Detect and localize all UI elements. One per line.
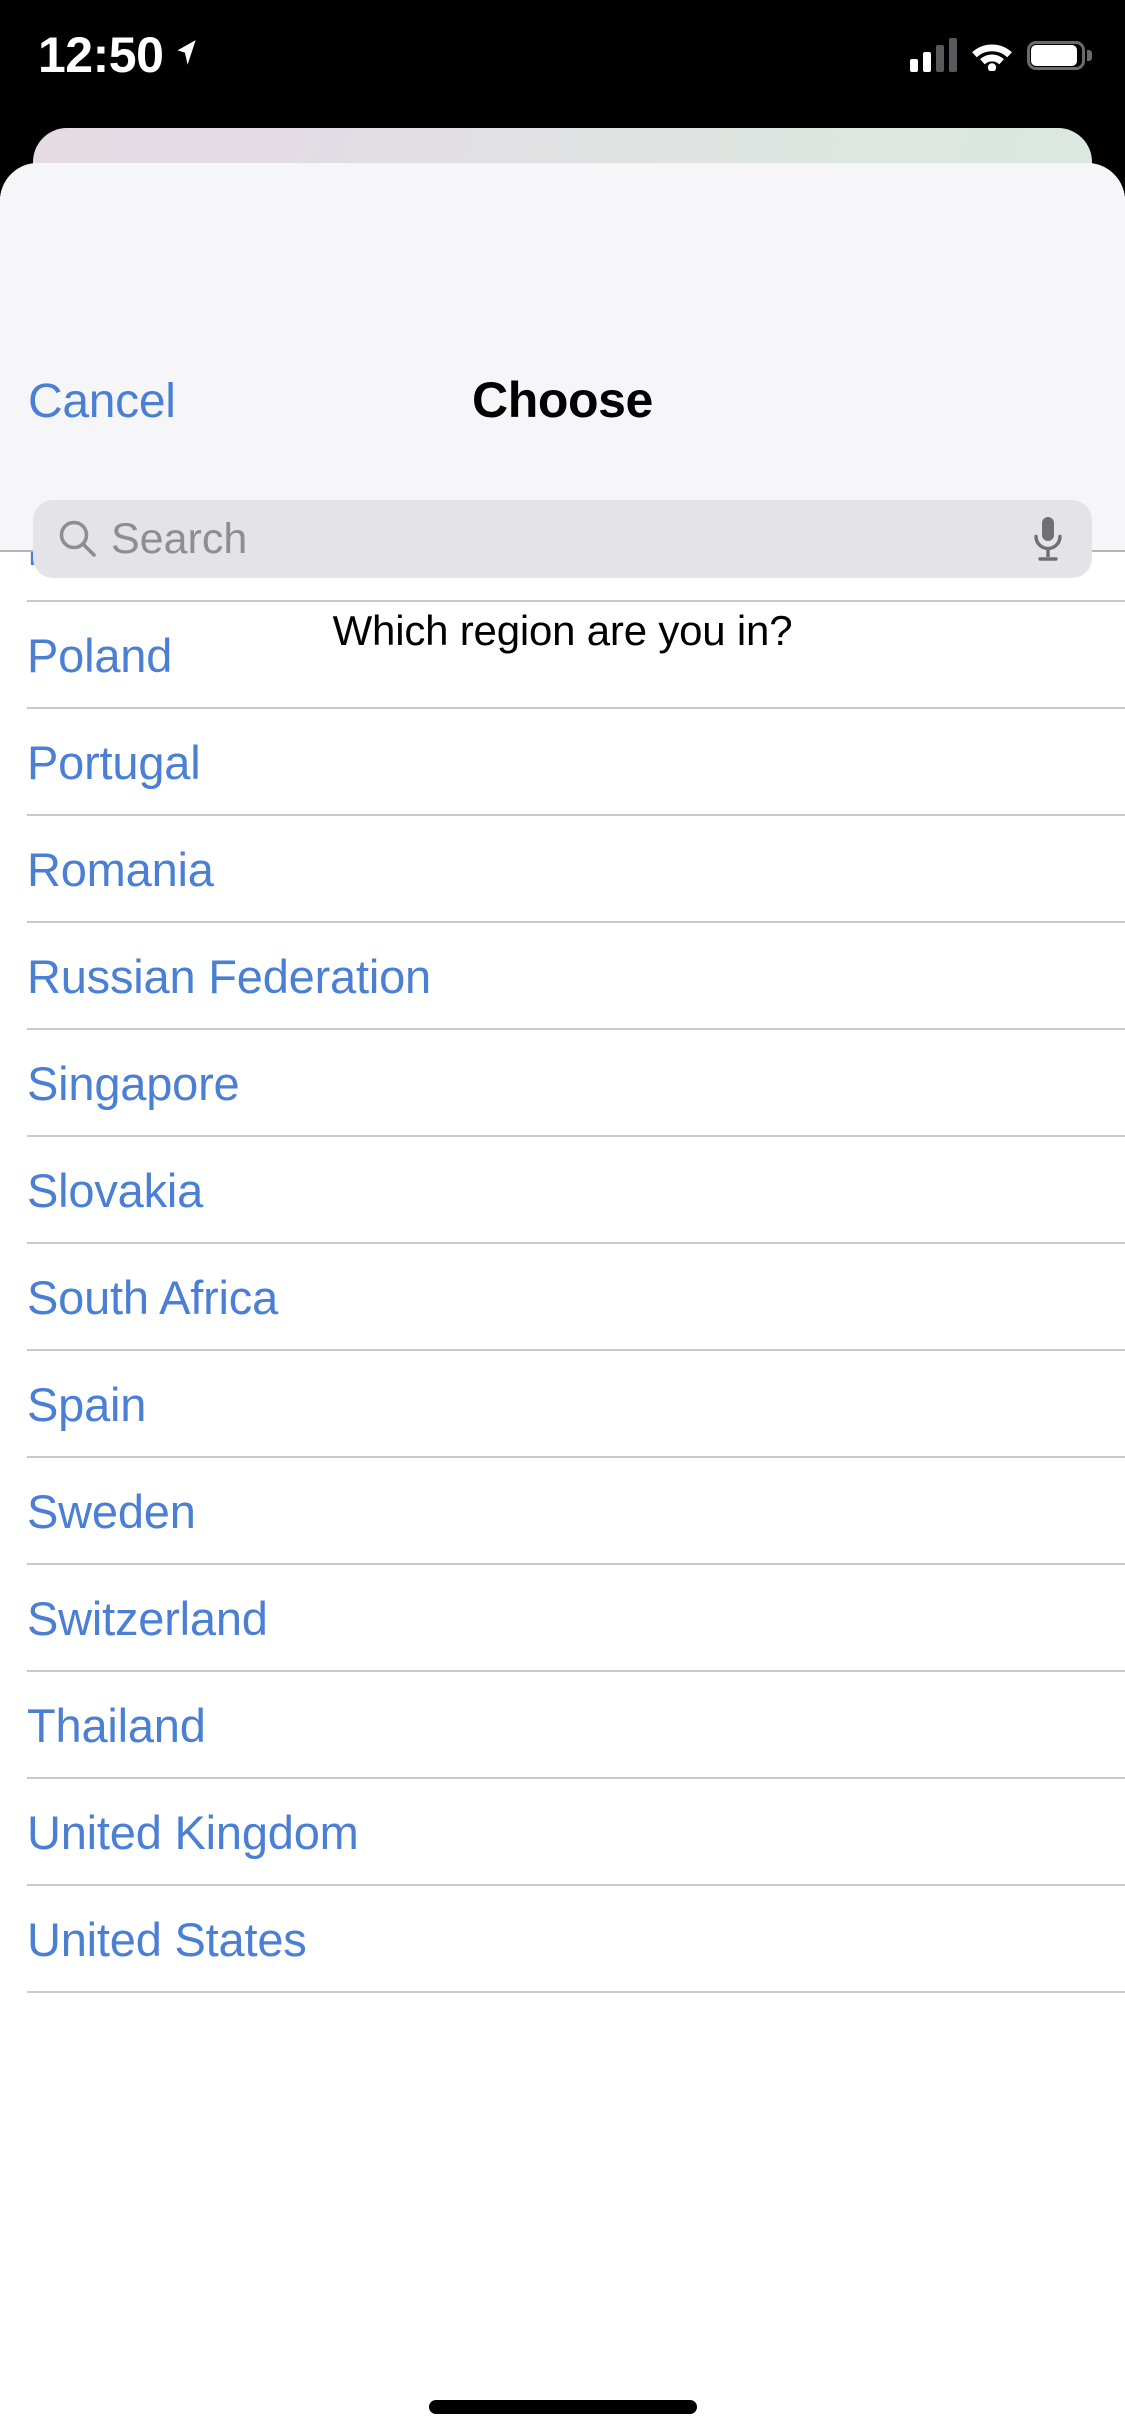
list-item[interactable]: United States xyxy=(0,1886,1125,1993)
list-item[interactable]: Romania xyxy=(0,816,1125,923)
region-name: Slovakia xyxy=(27,1164,204,1217)
microphone-icon[interactable] xyxy=(1030,515,1066,563)
search-bar[interactable] xyxy=(33,500,1092,578)
list-item[interactable]: Russian Federation xyxy=(0,923,1125,1030)
list-item[interactable]: Sweden xyxy=(0,1458,1125,1565)
cellular-signal-icon xyxy=(910,38,957,72)
search-icon xyxy=(59,520,96,557)
region-name: Thailand xyxy=(27,1699,206,1752)
status-bar-left: 12:50 xyxy=(38,28,278,82)
list-item[interactable]: Spain xyxy=(0,1351,1125,1458)
battery-icon xyxy=(1027,40,1092,70)
search-input[interactable] xyxy=(111,514,1016,564)
region-chooser-sheet: Norway Poland Portugal Romania Russian F… xyxy=(0,163,1125,2436)
list-item[interactable]: Portugal xyxy=(0,709,1125,816)
location-arrow-icon xyxy=(177,40,197,65)
region-name: United States xyxy=(27,1913,307,1966)
region-name: Portugal xyxy=(27,736,201,789)
home-indicator[interactable] xyxy=(428,2400,697,2414)
region-name: South Africa xyxy=(27,1271,279,1324)
region-name: United Kingdom xyxy=(27,1806,359,1859)
status-bar: 12:50 xyxy=(0,0,1125,128)
region-name: Romania xyxy=(27,843,214,896)
status-bar-right xyxy=(910,30,1092,80)
region-name: Sweden xyxy=(27,1485,196,1538)
list-item[interactable]: United Kingdom xyxy=(0,1779,1125,1886)
wifi-icon xyxy=(972,44,1012,71)
region-name: Switzerland xyxy=(27,1592,268,1645)
region-name: Singapore xyxy=(27,1057,240,1110)
clock-time: 12:50 xyxy=(38,27,164,83)
list-item[interactable]: Thailand xyxy=(0,1672,1125,1779)
list-item[interactable]: South Africa xyxy=(0,1244,1125,1351)
sheet-header: Cancel Choose Which region are you in? xyxy=(0,163,1125,652)
page-title: Choose xyxy=(472,372,653,428)
list-item[interactable]: Slovakia xyxy=(0,1137,1125,1244)
list-item[interactable]: Singapore xyxy=(0,1030,1125,1137)
region-list-items: Norway Poland Portugal Romania Russian F… xyxy=(0,495,1125,1993)
region-name: Spain xyxy=(27,1378,147,1431)
region-name: Russian Federation xyxy=(27,950,431,1003)
iphone-screen: 12:50 Norway Poland xyxy=(0,0,1125,2436)
list-item[interactable]: Switzerland xyxy=(0,1565,1125,1672)
prompt-text: Which region are you in? xyxy=(332,607,793,654)
